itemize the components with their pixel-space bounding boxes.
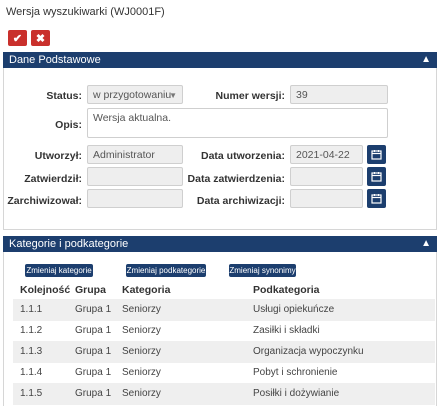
opis-textarea[interactable]: Wersja aktualna. (87, 108, 388, 138)
cell-grupa: Grupa 1 (75, 304, 112, 315)
zmieniaj-podkategorie-button[interactable]: Zmieniaj podkategorie (126, 264, 206, 277)
cell-kategoria: Seniorzy (122, 325, 161, 336)
zatwierdzil-label: Zatwierdził: (24, 173, 82, 185)
cell-kategoria: Seniorzy (122, 367, 161, 378)
cell-grupa: Grupa 1 (75, 367, 112, 378)
zarchiwizowal-label: Zarchiwizował: (7, 195, 82, 207)
status-label: Status: (46, 90, 82, 102)
data-archiwizacji-field[interactable] (290, 189, 363, 208)
zmieniaj-kategorie-button[interactable]: Zmieniaj kategorie (25, 264, 93, 277)
cell-kolejnosc: 1.1.1 (20, 304, 43, 315)
cell-podkategoria: Posiłki i dożywianie (253, 388, 340, 399)
confirm-button[interactable]: ✔ (8, 30, 27, 46)
close-icon: ✖ (35, 32, 46, 45)
cell-kolejnosc: 1.1.2 (20, 325, 43, 336)
numer-wersji-label: Numer wersji: (215, 90, 285, 102)
table-row[interactable]: 1.1.3 Grupa 1 Seniorzy Organizacja wypoc… (13, 341, 435, 363)
data-utworzenia-label: Data utworzenia: (200, 150, 285, 162)
cell-grupa: Grupa 1 (75, 388, 112, 399)
cell-kategoria: Seniorzy (122, 304, 161, 315)
cell-kolejnosc: 1.1.5 (20, 388, 43, 399)
cell-podkategoria: Usługi opiekuńcze (253, 304, 335, 315)
calendar-icon[interactable] (367, 189, 386, 208)
zarchiwizowal-field[interactable] (87, 189, 183, 208)
cell-grupa: Grupa 1 (75, 346, 112, 357)
cell-kategoria: Seniorzy (122, 388, 161, 399)
column-header-kolejnosc[interactable]: Kolejność (20, 284, 70, 296)
cell-kolejnosc: 1.1.4 (20, 367, 43, 378)
calendar-icon[interactable] (367, 145, 386, 164)
calendar-icon[interactable] (367, 167, 386, 186)
data-zatwierdzenia-label: Data zatwierdzenia: (187, 173, 285, 185)
cell-podkategoria: Zasiłki i składki (253, 325, 320, 336)
column-header-kategoria[interactable]: Kategoria (122, 284, 170, 296)
numer-wersji-field[interactable]: 39 (290, 85, 388, 104)
data-utworzenia-field[interactable]: 2021-04-22 (290, 145, 363, 164)
table-row[interactable]: 1.1.5 Grupa 1 Seniorzy Posiłki i dożywia… (13, 383, 435, 405)
utworzyl-label: Utworzył: (34, 150, 82, 162)
chevron-up-icon[interactable]: ▲ (421, 236, 431, 252)
cell-kolejnosc: 1.1.3 (20, 346, 43, 357)
cancel-button[interactable]: ✖ (31, 30, 50, 46)
cell-podkategoria: Organizacja wypoczynku (253, 346, 364, 357)
panel-header-dane-podstawowe[interactable]: Dane Podstawowe ▲ (3, 52, 437, 68)
cell-kategoria: Seniorzy (122, 346, 161, 357)
page-title: Wersja wyszukiwarki (WJ0001F) (6, 6, 165, 18)
data-zatwierdzenia-field[interactable] (290, 167, 363, 186)
check-icon: ✔ (12, 32, 23, 45)
chevron-down-icon: ▼ (169, 91, 177, 100)
panel-header-kategorie[interactable]: Kategorie i podkategorie ▲ (3, 236, 437, 252)
cell-grupa: Grupa 1 (75, 325, 112, 336)
status-select[interactable]: w przygotowaniu ▼ (87, 85, 183, 104)
data-archiwizacji-label: Data archiwizacji: (196, 195, 285, 207)
column-header-grupa[interactable]: Grupa (75, 284, 106, 296)
opis-label: Opis: (55, 119, 82, 131)
chevron-up-icon[interactable]: ▲ (421, 52, 431, 68)
zatwierdzil-field[interactable] (87, 167, 183, 186)
table-row[interactable]: 1.1.1 Grupa 1 Seniorzy Usługi opiekuńcze (13, 299, 435, 321)
cell-podkategoria: Pobyt i schronienie (253, 367, 338, 378)
column-header-podkategoria[interactable]: Podkategoria (253, 284, 320, 296)
utworzyl-field[interactable]: Administrator (87, 145, 183, 164)
zmieniaj-synonimy-button[interactable]: Zmieniaj synonimy (229, 264, 296, 277)
panel-title: Dane Podstawowe (9, 54, 101, 66)
panel-title: Kategorie i podkategorie (9, 238, 129, 250)
table-row[interactable]: 1.1.2 Grupa 1 Seniorzy Zasiłki i składki (13, 320, 435, 342)
table-row[interactable]: 1.1.4 Grupa 1 Seniorzy Pobyt i schronien… (13, 362, 435, 384)
